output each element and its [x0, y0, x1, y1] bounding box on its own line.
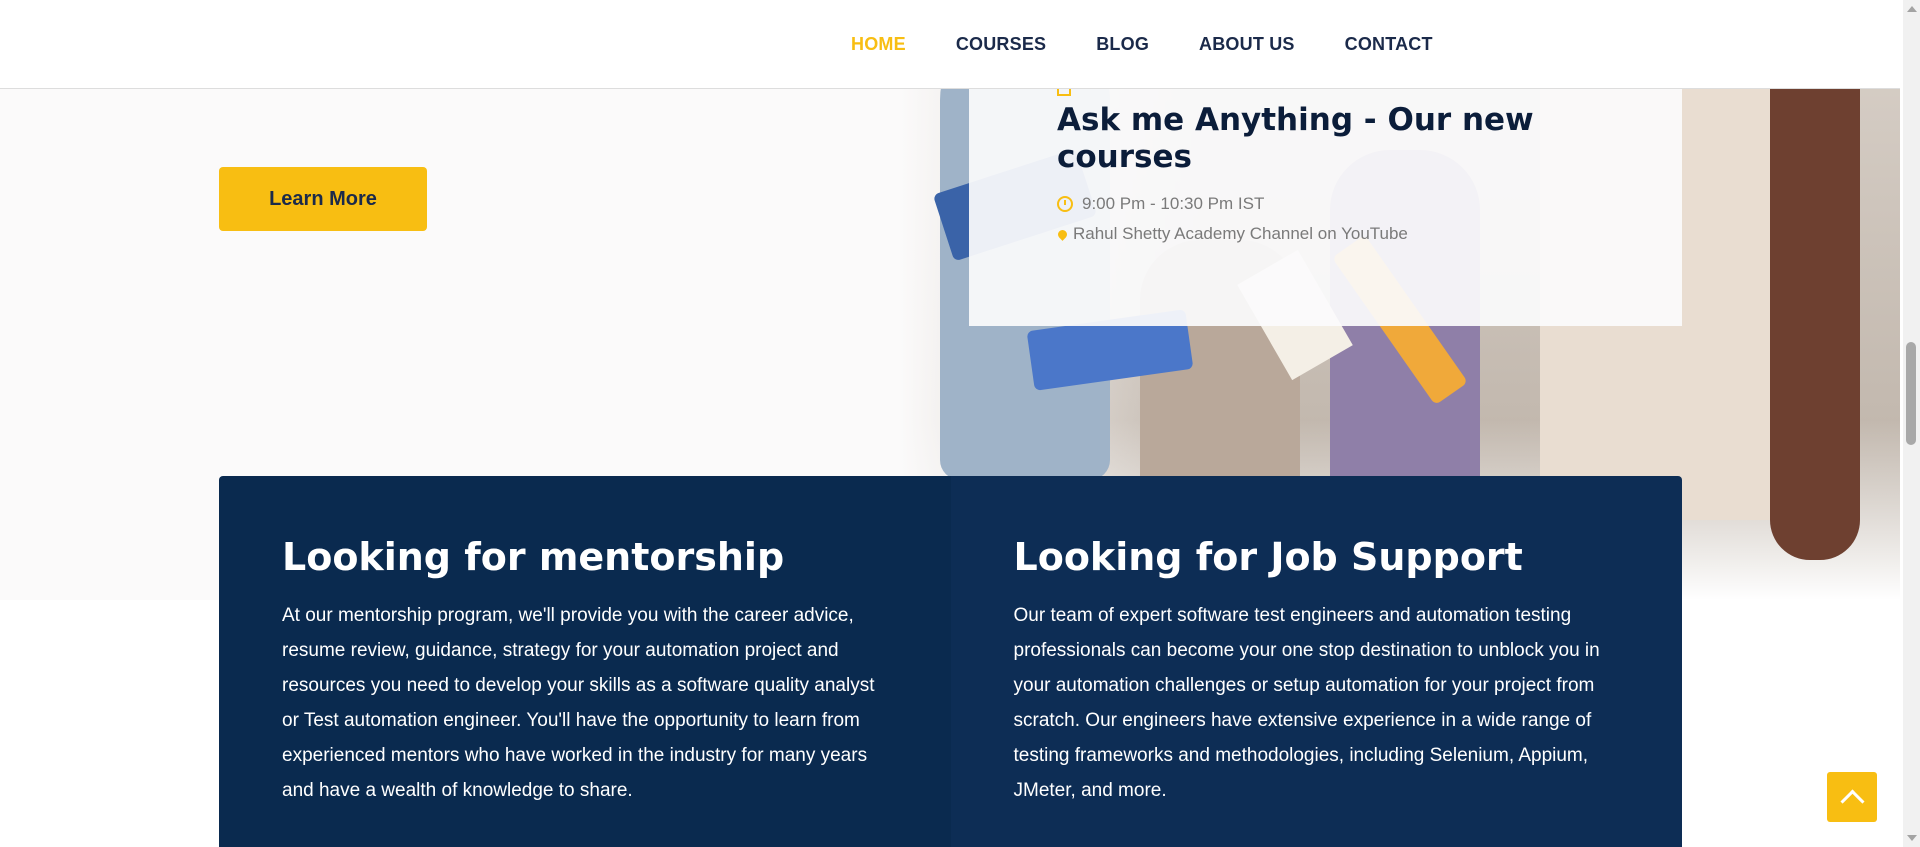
job-support-title: Looking for Job Support — [1013, 535, 1523, 579]
support-section: Looking for mentorship At our mentorship… — [219, 476, 1682, 847]
learn-more-button[interactable]: Learn More — [219, 167, 427, 231]
top-navbar: HOME COURSES BLOG ABOUT US CONTACT — [0, 0, 1900, 89]
job-support-text: Our team of expert software test enginee… — [1013, 605, 1600, 801]
event-title: Ask me Anything - Our new courses — [1057, 102, 1534, 175]
nav-item-blog[interactable]: BLOG — [1096, 34, 1149, 55]
event-location: Rahul Shetty Academy Channel on YouTube — [1056, 224, 1408, 244]
mentorship-text: At our mentorship program, we'll provide… — [282, 605, 875, 801]
job-support-panel: Looking for Job Support Our team of expe… — [950, 476, 1682, 847]
map-pin-icon — [1056, 227, 1069, 241]
event-location-text: Rahul Shetty Academy Channel on YouTube — [1073, 224, 1408, 243]
scrollbar-thumb[interactable] — [1906, 342, 1916, 445]
nav-item-contact[interactable]: CONTACT — [1345, 34, 1433, 55]
event-time-text: 9:00 Pm - 10:30 Pm IST — [1082, 194, 1265, 213]
page-scrollbar[interactable] — [1903, 0, 1920, 847]
event-card: Ask me Anything - Our new courses 9:00 P… — [969, 72, 1682, 326]
scroll-down-arrow-icon[interactable] — [1907, 835, 1917, 841]
clock-icon — [1057, 196, 1073, 212]
event-time: 9:00 Pm - 10:30 Pm IST — [1057, 194, 1264, 214]
mentorship-title: Looking for mentorship — [282, 535, 785, 579]
chevron-up-icon — [1840, 789, 1865, 814]
nav-item-about-us[interactable]: ABOUT US — [1199, 34, 1295, 55]
back-to-top-button[interactable] — [1827, 772, 1877, 822]
nav-menu: HOME COURSES BLOG ABOUT US CONTACT — [851, 0, 1483, 88]
nav-item-home[interactable]: HOME — [851, 34, 906, 55]
scroll-up-arrow-icon[interactable] — [1907, 6, 1917, 12]
nav-item-courses[interactable]: COURSES — [956, 34, 1046, 55]
mentorship-panel: Looking for mentorship At our mentorship… — [219, 476, 951, 847]
